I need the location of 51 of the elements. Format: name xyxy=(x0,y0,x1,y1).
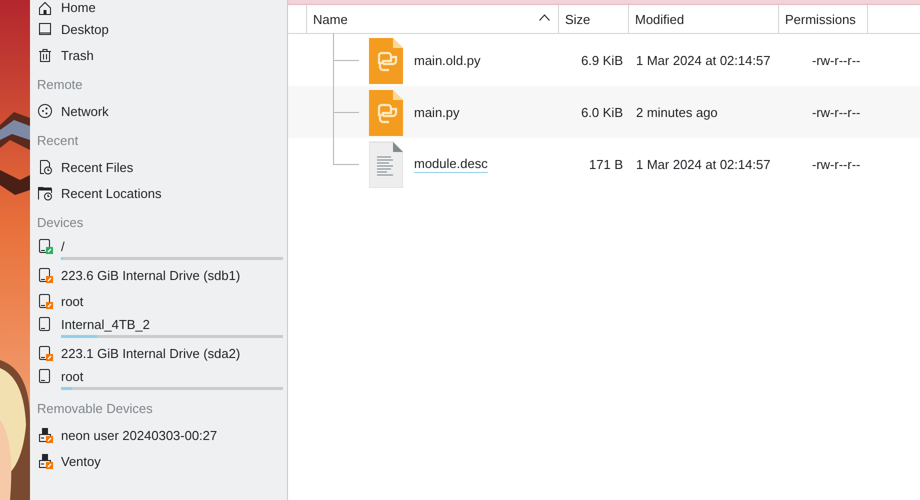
section-heading: Removable Devices xyxy=(37,401,153,416)
column-header[interactable]: Name xyxy=(307,5,559,33)
sidebar-item[interactable]: Trash xyxy=(30,42,287,68)
file-size: 6.0 KiB xyxy=(581,104,623,120)
modified-date: 1 Mar 2024 at 02:14:57 xyxy=(636,156,770,172)
recent-file-icon xyxy=(37,159,53,175)
usb-drive-icon xyxy=(37,427,53,443)
drive-icon xyxy=(37,238,53,254)
section-heading: Recent xyxy=(37,133,78,148)
file-name[interactable]: module.desc xyxy=(414,156,488,172)
usb-drive-icon xyxy=(37,453,53,469)
python-file-icon xyxy=(369,88,403,136)
section-heading: Devices xyxy=(37,215,84,230)
drive-icon xyxy=(37,267,53,283)
network-icon xyxy=(37,103,53,119)
section-heading: Remote xyxy=(37,77,83,92)
column-header[interactable]: Permissions xyxy=(779,5,868,33)
modified-date: 2 minutes ago xyxy=(636,104,718,120)
sidebar-item[interactable]: root xyxy=(30,366,287,392)
column-header[interactable]: Modified xyxy=(629,5,779,33)
file-permissions: -rw-r--r-- xyxy=(812,156,860,172)
drive-icon xyxy=(37,316,53,332)
sidebar-item[interactable]: Network xyxy=(30,98,287,124)
file-permissions: -rw-r--r-- xyxy=(812,52,860,68)
modified-date: 1 Mar 2024 at 02:14:57 xyxy=(636,52,770,68)
file-name[interactable]: main.py xyxy=(414,104,460,120)
sidebar-item[interactable]: 223.1 GiB Internal Drive (sda2) xyxy=(30,340,287,366)
drive-icon xyxy=(37,368,53,384)
sidebar-item[interactable]: Desktop xyxy=(30,16,287,42)
python-file-icon xyxy=(369,36,403,84)
sidebar-item[interactable]: neon user 20240303-00:27 xyxy=(30,422,287,448)
sidebar-item[interactable]: Internal_4TB_2 xyxy=(30,314,287,340)
sidebar-item[interactable]: Ventoy xyxy=(30,448,287,474)
sidebar-item[interactable]: / xyxy=(30,236,287,262)
file-size: 6.9 KiB xyxy=(581,52,623,68)
sidebar-item[interactable]: Home xyxy=(30,0,287,16)
sidebar-item[interactable]: root xyxy=(30,288,287,314)
text-file-icon xyxy=(369,140,403,188)
sidebar-item[interactable]: Recent Files xyxy=(30,154,287,180)
sidebar-item[interactable]: 223.6 GiB Internal Drive (sdb1) xyxy=(30,262,287,288)
file-size: 171 B xyxy=(589,156,623,172)
home-icon xyxy=(37,0,53,16)
column-header[interactable]: Size xyxy=(559,5,629,33)
desktop-icon xyxy=(37,21,53,37)
file-permissions: -rw-r--r-- xyxy=(812,104,860,120)
trash-icon xyxy=(37,47,53,63)
recent-folder-icon xyxy=(37,185,53,201)
drive-icon xyxy=(37,345,53,361)
file-name[interactable]: main.old.py xyxy=(414,52,480,68)
sidebar-item[interactable]: Recent Locations xyxy=(30,180,287,206)
drive-icon xyxy=(37,293,53,309)
